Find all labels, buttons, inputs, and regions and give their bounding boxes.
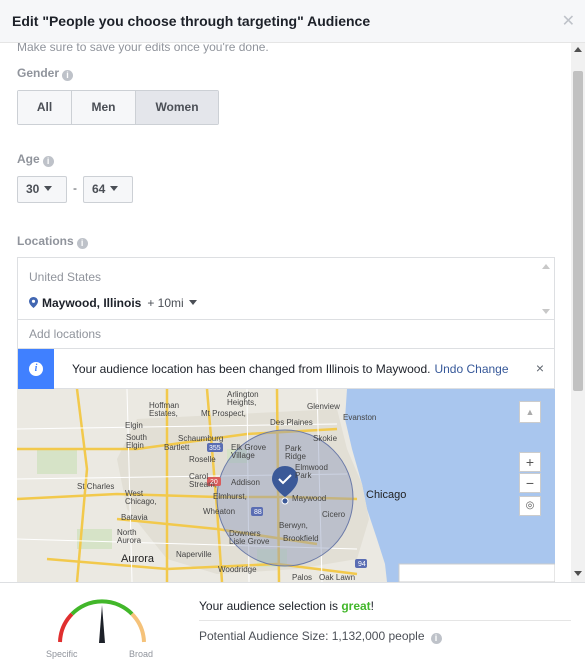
map-shield-94: 94 xyxy=(358,561,366,568)
close-icon[interactable]: × xyxy=(536,360,544,376)
audience-summary: Specific Broad Your audience selection i… xyxy=(0,582,585,659)
map-label-maywood: Maywood xyxy=(292,494,327,503)
age-min-select[interactable]: 30 xyxy=(17,176,67,203)
dialog-scrollbar[interactable] xyxy=(571,43,585,582)
location-item[interactable]: Maywood, Illinois + 10mi xyxy=(29,296,197,310)
notice-text: Your audience location has been changed … xyxy=(72,362,431,376)
info-icon[interactable]: i xyxy=(42,156,54,167)
scroll-thumb[interactable] xyxy=(573,71,583,391)
gauge-broad-label: Broad xyxy=(129,649,154,659)
map-label-wheaton: Wheaton xyxy=(203,507,236,516)
location-city: Maywood, Illinois xyxy=(42,296,142,310)
map-label-addison: Addison xyxy=(231,478,260,487)
location-changed-notice: i Your audience location has been change… xyxy=(17,349,555,389)
locations-label: Locations i xyxy=(17,234,88,249)
map-label-elgin: Elgin xyxy=(125,421,143,430)
map-label-berwyn: Berwyn, xyxy=(279,521,308,530)
map-label-oaklawn: Oak Lawn xyxy=(319,573,356,582)
map-label-roselle: Roselle xyxy=(189,455,216,464)
map-label-aurora: Aurora xyxy=(121,553,155,565)
chevron-down-icon xyxy=(44,186,53,191)
info-icon: i xyxy=(18,349,54,389)
dialog-header: Edit "People you choose through targetin… xyxy=(0,0,585,43)
map-label-glenview: Glenview xyxy=(307,402,340,411)
dialog-body[interactable]: Make sure to save your edits once you're… xyxy=(0,43,585,582)
map-label-naperville: Naperville xyxy=(176,550,212,559)
pin-icon xyxy=(29,297,38,308)
map-label-northaurora: North Aurora xyxy=(117,528,142,545)
map-shield-88: 88 xyxy=(254,509,262,516)
info-icon[interactable]: i xyxy=(76,238,88,249)
map-label-woodridge: Woodridge xyxy=(218,565,257,574)
map-label-stcharles: St Charles xyxy=(77,482,115,491)
gender-women-button[interactable]: Women xyxy=(136,91,218,124)
locations-list: United States Maywood, Illinois + 10mi xyxy=(17,257,555,319)
gender-label-text: Gender xyxy=(17,66,60,80)
info-icon[interactable]: i xyxy=(62,70,74,81)
chevron-down-icon xyxy=(110,186,119,191)
selection-prefix: Your audience selection is xyxy=(199,599,342,613)
map-label-evanston: Evanston xyxy=(343,413,377,422)
map-label-skokie: Skokie xyxy=(313,434,338,443)
gender-men-button[interactable]: Men xyxy=(72,91,136,124)
map-label-palos: Palos xyxy=(292,573,313,582)
radius-value: + 10mi xyxy=(147,296,184,310)
map-label-chicago: Chicago xyxy=(366,489,407,501)
map-label-bartlett: Bartlett xyxy=(164,443,190,452)
map-shield-20: 20 xyxy=(210,479,218,486)
gender-label: Gender i xyxy=(17,66,74,81)
map-label-mtprospect: Mt Prospect, xyxy=(201,409,246,418)
age-min-value: 30 xyxy=(26,182,40,196)
audience-size-text: Potential Audience Size: 1,132,000 peopl… xyxy=(199,629,425,643)
locations-scrollbar[interactable] xyxy=(538,258,554,320)
notice-message: Your audience location has been changed … xyxy=(72,362,509,376)
info-icon[interactable]: i xyxy=(430,633,442,644)
map-label-hoffman: Hoffman Estates, xyxy=(149,401,180,418)
map-label-elmwood: Elmwood Park xyxy=(295,463,328,480)
locations-label-text: Locations xyxy=(17,234,74,248)
audience-gauge-icon xyxy=(58,599,146,643)
potential-audience-size: Potential Audience Size: 1,132,000 peopl… xyxy=(199,629,442,644)
zoom-out-button[interactable]: − xyxy=(519,473,541,493)
gauge-specific-label: Specific xyxy=(46,649,78,659)
scroll-up-icon[interactable] xyxy=(574,47,582,52)
map-label-brookfield: Brookfield xyxy=(283,534,319,543)
scroll-down-icon[interactable] xyxy=(574,571,582,576)
undo-change-link[interactable]: Undo Change xyxy=(434,362,508,376)
age-separator: - xyxy=(73,181,77,195)
location-map[interactable]: Arlington Heights, Hoffman Estates, Mt P… xyxy=(17,389,555,582)
chevron-down-icon xyxy=(188,300,197,305)
close-icon[interactable]: ✕ xyxy=(562,11,575,31)
map-label-batavia: Batavia xyxy=(121,513,148,522)
map-label-schaumburg: Schaumburg xyxy=(178,434,224,443)
age-label-text: Age xyxy=(17,152,40,166)
gender-selector: All Men Women xyxy=(17,90,219,125)
map-label-downers: Downers Lisle Grove xyxy=(229,529,270,546)
add-locations-input[interactable]: Add locations xyxy=(17,319,555,349)
age-label: Age i xyxy=(17,152,54,167)
age-max-select[interactable]: 64 xyxy=(83,176,133,203)
map-label-arlington: Arlington Heights, xyxy=(227,390,259,407)
map-label-desplaines: Des Plaines xyxy=(270,418,313,427)
radius-dropdown[interactable]: + 10mi xyxy=(147,296,197,310)
map-label-cicero: Cicero xyxy=(322,510,346,519)
save-hint: Make sure to save your edits once you're… xyxy=(17,43,269,54)
map-shield-355: 355 xyxy=(209,445,221,452)
map-label-elkgrove: Elk Grove Village xyxy=(231,443,267,460)
audience-selection-status: Your audience selection is great! xyxy=(199,599,374,613)
map-label-southelgin: South Elgin xyxy=(126,433,147,450)
selection-value: great xyxy=(341,599,371,613)
map-label-westchicago: West Chicago, xyxy=(125,489,157,506)
map-collapse-button[interactable]: ▲ xyxy=(519,401,541,423)
summary-divider xyxy=(199,620,571,621)
gender-all-button[interactable]: All xyxy=(18,91,72,124)
selection-suffix: ! xyxy=(370,599,375,613)
map-label-elmhurst: Elmhurst, xyxy=(213,492,247,501)
location-country: United States xyxy=(29,270,102,284)
dialog-title: Edit "People you choose through targetin… xyxy=(12,13,371,29)
map-label-parkridge: Park Ridge xyxy=(285,444,306,461)
zoom-in-button[interactable]: + xyxy=(519,452,541,472)
recenter-icon[interactable]: ◎ xyxy=(519,496,541,516)
age-max-value: 64 xyxy=(92,182,106,196)
